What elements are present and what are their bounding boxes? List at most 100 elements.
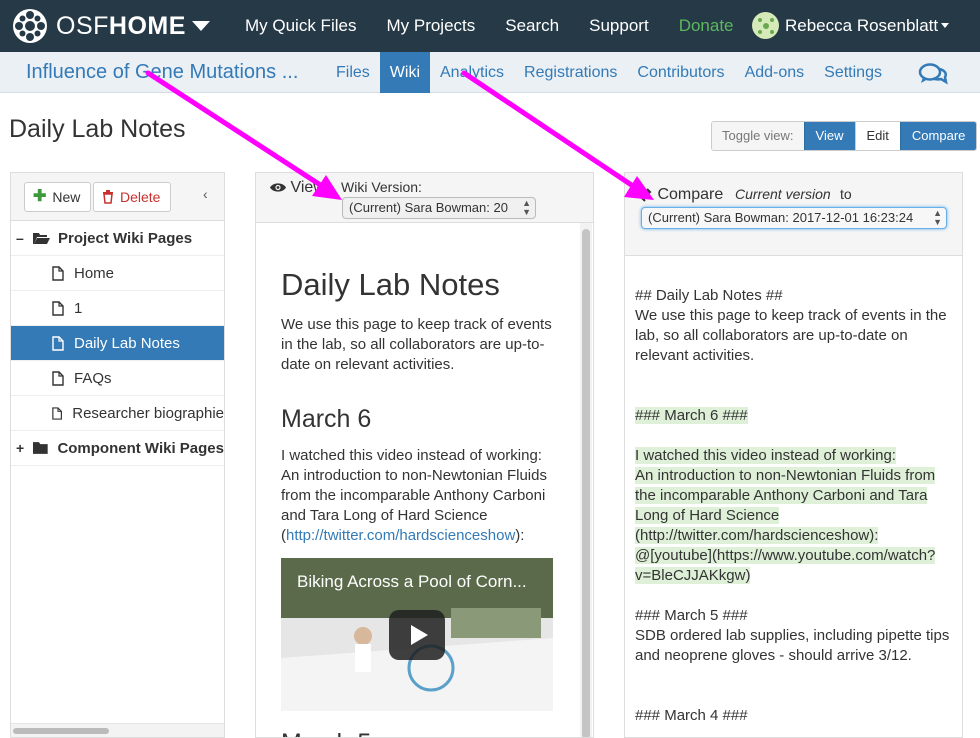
sidebar-item-1[interactable]: 1 xyxy=(11,291,224,326)
diff-line: SDB ordered lab supplies, including pipe… xyxy=(635,626,952,646)
embedded-video[interactable]: Biking Across a Pool of Corn... xyxy=(281,558,553,711)
avatar-pattern-icon xyxy=(757,17,774,34)
wiki-section-march-6: March 6 xyxy=(281,405,372,433)
diff-line-text: relevant activities. xyxy=(635,347,755,364)
nav-donate[interactable]: Donate xyxy=(679,16,734,36)
tab-contributors[interactable]: Contributors xyxy=(627,52,734,93)
view-panel-header: View Wiki Version: (Current) Sara Bowman… xyxy=(256,173,593,223)
tab-wiki[interactable]: Wiki xyxy=(379,51,430,93)
osf-logo-icon xyxy=(13,9,47,43)
sidebar-horizontal-scrollbar[interactable] xyxy=(11,723,224,737)
sidebar-item-label: Daily Lab Notes xyxy=(74,334,180,352)
sidebar-item-label: Researcher biographie xyxy=(72,404,224,422)
folder-icon xyxy=(32,442,48,454)
diff-line: We use this page to keep track of events… xyxy=(635,306,952,326)
diff-line xyxy=(635,666,952,686)
current-version-label: Current version xyxy=(735,186,831,202)
tab-analytics[interactable]: Analytics xyxy=(430,52,514,93)
diff-line-added-text: v=BleCJJAKkgw) xyxy=(635,567,751,584)
delete-button-label: Delete xyxy=(120,189,161,205)
chat-bubbles-icon[interactable] xyxy=(918,62,948,86)
diff-line: lab, so all collaborators are up-to-date… xyxy=(635,326,952,346)
collapse-toggle-icon[interactable]: – xyxy=(16,230,26,246)
osf-home-brand[interactable]: OSFHOME xyxy=(12,8,227,44)
wiki-heading: Daily Lab Notes xyxy=(281,267,500,302)
folder-project-wiki-pages[interactable]: – Project Wiki Pages xyxy=(11,221,224,256)
sidebar-item-label: FAQs xyxy=(74,369,112,387)
compare-diff-content: ## Daily Lab Notes ## We use this page to… xyxy=(625,256,962,726)
diff-line: Long of Hard Science xyxy=(635,506,952,526)
compare-version-value: (Current) Sara Bowman: 2017-12-01 16:23:… xyxy=(648,210,914,225)
diff-line-added-text: An introduction to non-Newtonian Fluids … xyxy=(635,467,936,484)
diff-line-text: We use this page to keep track of events… xyxy=(635,307,947,324)
expand-toggle-icon[interactable]: + xyxy=(16,440,26,456)
diff-line-added-text: I watched this video instead of working: xyxy=(635,447,896,464)
avatar xyxy=(752,12,779,39)
diff-line: the incomparable Anthony Carboni and Tar… xyxy=(635,486,952,506)
nav-my-projects[interactable]: My Projects xyxy=(386,16,475,36)
view-panel-scrollbar[interactable] xyxy=(580,223,592,737)
new-page-button[interactable]: ✚ New xyxy=(24,182,92,212)
user-name: Rebecca Rosenblatt xyxy=(785,15,939,35)
caret-down-icon xyxy=(191,21,210,31)
diff-line: and neoprene gloves - should arrive 3/12… xyxy=(635,646,952,666)
diff-line xyxy=(635,586,952,606)
hardscienceshow-link[interactable]: http://twitter.com/hardscienceshow xyxy=(286,527,515,544)
diff-line-added-text: @[youtube](https://www.youtube.com/watch… xyxy=(635,547,936,564)
toggle-edit-button[interactable]: Edit xyxy=(854,122,900,150)
sidebar-toolbar: ✚ New Delete ‹ xyxy=(11,173,224,221)
trash-icon xyxy=(103,190,113,204)
sidebar-item-faqs[interactable]: FAQs xyxy=(11,361,224,396)
nav-support[interactable]: Support xyxy=(589,16,649,36)
eye-icon xyxy=(270,183,286,192)
sidebar-item-home[interactable]: Home xyxy=(11,256,224,291)
video-title: Biking Across a Pool of Corn... xyxy=(297,572,527,591)
toggle-compare-button[interactable]: Compare xyxy=(899,122,977,150)
sidebar-item-researcher-biographies[interactable]: Researcher biographie xyxy=(11,396,224,431)
page-title: Daily Lab Notes xyxy=(9,115,186,143)
wiki-section-march-5: March 5 xyxy=(281,729,576,737)
diff-line-added-text: (http://twitter.com/hardscienceshow): xyxy=(635,527,879,544)
delete-page-button[interactable]: Delete xyxy=(93,182,172,212)
view-version-select[interactable]: (Current) Sara Bowman: 20 ▲ ▼ xyxy=(342,197,536,219)
nav-my-quick-files[interactable]: My Quick Files xyxy=(245,16,356,36)
diff-line xyxy=(635,366,952,386)
diff-line: ### March 5 ### xyxy=(635,606,952,626)
folder-open-icon xyxy=(33,233,50,244)
wiki-version-label: Wiki Version: xyxy=(341,179,422,195)
project-title[interactable]: Influence of Gene Mutations ... xyxy=(26,61,326,84)
diff-line: ### March 6 ### xyxy=(635,406,952,426)
compare-panel-title: Compare xyxy=(639,186,723,204)
compare-version-select[interactable]: (Current) Sara Bowman: 2017-12-01 16:23:… xyxy=(641,207,947,229)
top-navbar: OSFHOME My Quick Files My Projects Searc… xyxy=(0,0,980,52)
user-menu[interactable]: Rebecca Rosenblatt xyxy=(752,12,950,39)
new-button-label: New xyxy=(52,189,81,205)
folder-component-wiki-pages[interactable]: + Component Wiki Pages xyxy=(11,431,224,466)
diff-line xyxy=(635,386,952,406)
diff-line: @[youtube](https://www.youtube.com/watch… xyxy=(635,546,952,566)
diff-line: relevant activities. xyxy=(635,346,952,366)
chevron-left-icon[interactable]: ‹ xyxy=(203,186,208,202)
diff-line: ## Daily Lab Notes ## xyxy=(635,286,952,306)
file-icon xyxy=(52,265,64,281)
wiki-intro: We use this page to keep track of events… xyxy=(281,316,552,373)
caret-down-icon xyxy=(941,23,950,28)
tab-files[interactable]: Files xyxy=(326,52,380,93)
diff-line xyxy=(635,426,952,446)
toggle-view-button[interactable]: View xyxy=(803,122,855,150)
diff-line-text: ### March 4 ### xyxy=(635,707,748,724)
tab-add-ons[interactable]: Add-ons xyxy=(735,52,815,93)
select-arrows-icon: ▲ ▼ xyxy=(933,208,942,227)
tab-registrations[interactable]: Registrations xyxy=(514,52,627,93)
diff-line-added-text: the incomparable Anthony Carboni and Tar… xyxy=(635,487,928,504)
nav-search[interactable]: Search xyxy=(505,16,559,36)
folder-label: Component Wiki Pages xyxy=(57,439,224,457)
sidebar-item-daily-lab-notes[interactable]: Daily Lab Notes xyxy=(11,326,224,361)
toggle-view-group: Toggle view: View Edit Compare xyxy=(711,121,978,151)
tab-settings[interactable]: Settings xyxy=(814,52,892,93)
diff-line xyxy=(635,686,952,706)
diff-line-text: ### March 5 ### xyxy=(635,607,748,624)
view-panel-content: Daily Lab Notes We use this page to keep… xyxy=(256,223,576,737)
compare-panel-header: Compare Current version to (Current) Sar… xyxy=(625,173,962,256)
play-button[interactable] xyxy=(389,610,445,660)
